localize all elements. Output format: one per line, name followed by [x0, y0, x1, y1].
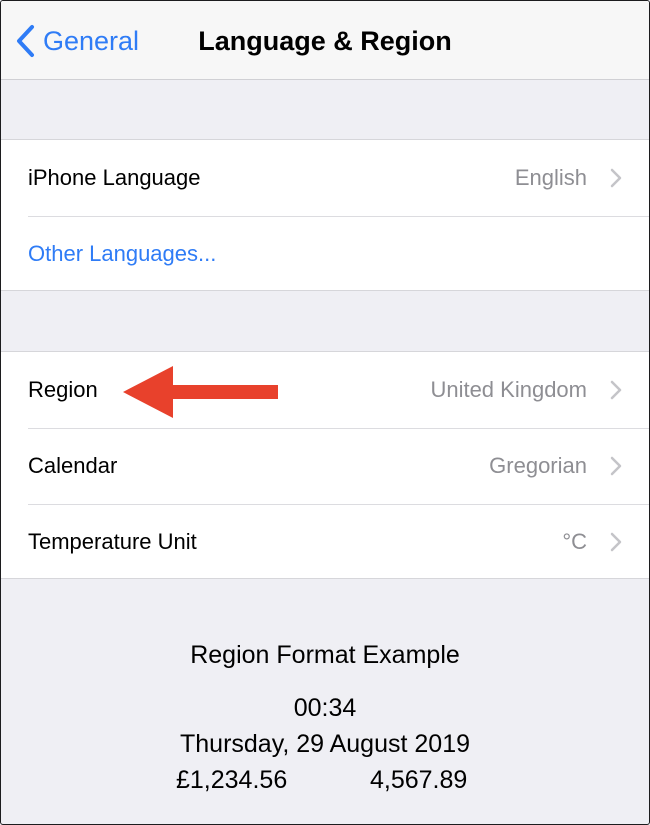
format-example-title: Region Format Example — [190, 641, 460, 669]
format-example-date: Thursday, 29 August 2019 — [179, 730, 470, 758]
calendar-value: Gregorian — [489, 453, 587, 478]
calendar-label: Calendar — [28, 453, 118, 478]
iphone-language-row[interactable]: iPhone Language English — [1, 140, 649, 216]
calendar-row[interactable]: Calendar Gregorian — [1, 428, 649, 504]
chevron-right-icon — [610, 456, 622, 481]
region-row[interactable]: Region United Kingdom — [1, 352, 649, 428]
page-title-text: Language & Region — [198, 26, 452, 56]
format-example-currency: £1,234.56 — [176, 766, 288, 794]
screen: General Language & Region iPhone Languag… — [0, 0, 650, 825]
navigation-bar: General Language & Region — [1, 1, 649, 80]
format-example-time: 00:34 — [293, 694, 357, 722]
chevron-right-icon — [610, 380, 622, 405]
chevron-right-icon — [610, 532, 622, 557]
region-value: United Kingdom — [430, 377, 587, 402]
temperature-unit-row[interactable]: Temperature Unit °C — [1, 504, 649, 580]
iphone-language-value: English — [514, 165, 587, 190]
chevron-right-icon — [610, 168, 622, 193]
other-languages-link[interactable]: Other Languages... — [28, 241, 216, 267]
other-languages-row[interactable]: Other Languages... — [1, 216, 649, 292]
format-example-number: 4,567.89 — [370, 766, 468, 794]
red-arrow-icon — [123, 366, 283, 423]
region-group: Region United Kingdom Calendar Gregorian… — [1, 351, 649, 579]
language-group: iPhone Language English Other Languages.… — [1, 139, 649, 291]
temperature-unit-value: °C — [562, 529, 587, 554]
iphone-language-label: iPhone Language — [28, 165, 201, 190]
region-label: Region — [28, 377, 98, 402]
temperature-unit-label: Temperature Unit — [28, 529, 197, 554]
page-title: Language & Region — [1, 21, 649, 61]
